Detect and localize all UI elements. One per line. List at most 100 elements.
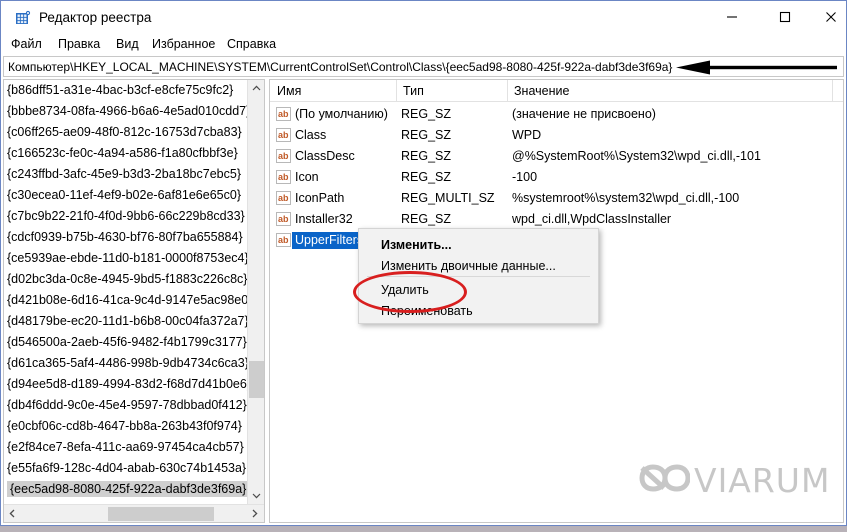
watermark-text: VIARUM bbox=[694, 461, 830, 500]
value-data: -100 bbox=[512, 169, 537, 186]
tree-item[interactable]: {c30ecea0-11ef-4ef9-b02e-6af81e6e65c0} bbox=[4, 185, 247, 206]
tree-item-label: {d546500a-2aeb-45f6-9482-f4b1799c3177} bbox=[7, 335, 247, 349]
tree-hscrollbar-thumb[interactable] bbox=[108, 507, 214, 521]
tree-item-label: {d48179be-ec20-11d1-b6b8-00c04fa372a7} bbox=[7, 314, 247, 328]
column-header-type[interactable]: Тип bbox=[403, 83, 424, 99]
chevron-left-icon bbox=[8, 509, 17, 518]
tree-item-label: {eec5ad98-8080-425f-922a-dabf3de3f69a} bbox=[7, 481, 247, 497]
tree-item-label: {bbbe8734-08fa-4966-b6a6-4e5ad010cdd7} bbox=[7, 104, 247, 118]
context-menu[interactable]: Изменить... Изменить двоичные данные... … bbox=[358, 228, 599, 324]
tree-item[interactable]: {d48179be-ec20-11d1-b6b8-00c04fa372a7} bbox=[4, 311, 247, 332]
menu-view[interactable]: Вид bbox=[114, 36, 141, 53]
value-name: ClassDesc bbox=[295, 148, 355, 165]
watermark: VIARUM bbox=[638, 461, 830, 500]
menu-favorites[interactable]: Избранное bbox=[150, 36, 217, 53]
context-menu-item-modify-binary[interactable]: Изменить двоичные данные... bbox=[359, 255, 598, 278]
value-type: REG_SZ bbox=[401, 148, 451, 165]
value-data: @%SystemRoot%\System32\wpd_ci.dll,-101 bbox=[512, 148, 761, 165]
string-value-ab-icon: ab bbox=[276, 107, 291, 121]
tree-item-label: {c166523c-fe0c-4a94-a586-f1a80cfbbf3e} bbox=[7, 146, 238, 160]
tree-item[interactable]: {e2f84ce7-8efa-411c-aa69-97454ca4cb57} bbox=[4, 437, 247, 458]
tree-vertical-scrollbar[interactable] bbox=[247, 80, 264, 504]
tree-item-label: {e0cbf06c-cd8b-4647-bb8a-263b43f0f974} bbox=[7, 419, 242, 433]
tree-item[interactable]: {c243ffbd-3afc-45e9-b3d3-2ba18bc7ebc5} bbox=[4, 164, 247, 185]
close-button[interactable] bbox=[815, 1, 846, 33]
value-name: Icon bbox=[295, 169, 319, 186]
tree-item[interactable]: {d421b08e-6d16-41ca-9c4d-9147e5ac98e0} bbox=[4, 290, 247, 311]
tree-item[interactable]: {ce5939ae-ebde-11d0-b181-0000f8753ec4} bbox=[4, 248, 247, 269]
tree-item-label: {c243ffbd-3afc-45e9-b3d3-2ba18bc7ebc5} bbox=[7, 167, 241, 181]
column-divider-1[interactable] bbox=[396, 80, 397, 102]
title-bar: Редактор реестра bbox=[1, 1, 846, 34]
tree-item[interactable]: {d02bc3da-0c8e-4945-9bd5-f1883c226c8c} bbox=[4, 269, 247, 290]
table-row[interactable]: abClassREG_SZWPD bbox=[270, 125, 843, 146]
registry-tree[interactable]: {b86dff51-a31e-4bac-b3cf-e8cfe75c9fc2} {b… bbox=[4, 80, 247, 504]
menu-edit[interactable]: Правка bbox=[56, 36, 102, 53]
tree-item[interactable]: {c166523c-fe0c-4a94-a586-f1a80cfbbf3e} bbox=[4, 143, 247, 164]
value-type: REG_SZ bbox=[401, 169, 451, 186]
column-divider-2[interactable] bbox=[507, 80, 508, 102]
tree-scroll-left-button[interactable] bbox=[4, 505, 21, 522]
table-row[interactable]: abInstaller32REG_SZwpd_ci.dll,WpdClassIn… bbox=[270, 209, 843, 230]
column-header-name[interactable]: Имя bbox=[277, 83, 301, 99]
tree-item[interactable]: {e55fa6f9-128c-4d04-abab-630c74b1453a} bbox=[4, 458, 247, 479]
table-row[interactable]: ab ClassDesc REG_SZ @%SystemRoot%\System32\… bbox=[270, 146, 843, 167]
close-icon bbox=[825, 11, 837, 23]
svg-text:ab: ab bbox=[278, 172, 289, 182]
tree-scrollbar-thumb[interactable] bbox=[249, 361, 264, 398]
tree-item[interactable]: {db4f6ddd-9c0e-45e4-9597-78dbbad0f412} bbox=[4, 395, 247, 416]
value-data: (значение не присвоено) bbox=[512, 106, 656, 123]
maximize-button[interactable] bbox=[762, 1, 807, 33]
value-type: REG_SZ bbox=[401, 127, 451, 144]
table-row[interactable]: ab Icon REG_SZ -100 bbox=[270, 167, 843, 188]
menu-file[interactable]: Файл bbox=[9, 36, 44, 53]
string-value-ab-icon: ab bbox=[276, 149, 291, 163]
tree-item-label: {c30ecea0-11ef-4ef9-b02e-6af81e6e65c0} bbox=[7, 188, 241, 202]
chevron-up-icon bbox=[252, 84, 261, 93]
tree-scroll-down-button[interactable] bbox=[248, 487, 265, 504]
tree-item-label: {d02bc3da-0c8e-4945-9bd5-f1883c226c8c} bbox=[7, 272, 247, 286]
tree-item-label: {db4f6ddd-9c0e-45e4-9597-78dbbad0f412} bbox=[7, 398, 247, 412]
column-divider-3[interactable] bbox=[832, 80, 833, 102]
svg-text:ab: ab bbox=[278, 193, 289, 203]
value-name: IconPath bbox=[295, 190, 344, 207]
infinity-logo-icon bbox=[638, 462, 690, 499]
table-row[interactable]: ab(По умолчанию)REG_SZ(значение не присв… bbox=[270, 104, 843, 125]
address-bar[interactable]: Компьютер\HKEY_LOCAL_MACHINE\SYSTEM\Curr… bbox=[3, 56, 844, 77]
tree-item[interactable]: {bbbe8734-08fa-4966-b6a6-4e5ad010cdd7} bbox=[4, 101, 247, 122]
tree-item[interactable]: {c06ff265-ae09-48f0-812c-16753d7cba83} bbox=[4, 122, 247, 143]
tree-item[interactable]: {b86dff51-a31e-4bac-b3cf-e8cfe75c9fc2} bbox=[4, 80, 247, 101]
column-header-value[interactable]: Значение bbox=[514, 83, 569, 99]
tree-item[interactable]: {d61ca365-5af4-4486-998b-9db4734c6ca3} bbox=[4, 353, 247, 374]
minimize-icon bbox=[726, 11, 738, 23]
tree-item-label: {d421b08e-6d16-41ca-9c4d-9147e5ac98e0} bbox=[7, 293, 247, 307]
value-name: Class bbox=[295, 127, 326, 144]
context-menu-item-delete[interactable]: Удалить bbox=[359, 279, 598, 302]
tree-horizontal-scrollbar[interactable] bbox=[4, 504, 264, 522]
tree-scroll-right-button[interactable] bbox=[246, 505, 263, 522]
value-type: REG_SZ bbox=[401, 106, 451, 123]
value-name: UpperFilters bbox=[292, 232, 366, 249]
value-type: REG_SZ bbox=[401, 211, 451, 228]
minimize-button[interactable] bbox=[709, 1, 754, 33]
tree-item[interactable]: {c7bc9b22-21f0-4f0d-9bb6-66c229b8cd33} bbox=[4, 206, 247, 227]
context-menu-item-rename[interactable]: Переименовать bbox=[359, 300, 598, 323]
tree-item[interactable]: {e0cbf06c-cd8b-4647-bb8a-263b43f0f974} bbox=[4, 416, 247, 437]
svg-text:ab: ab bbox=[278, 130, 289, 140]
registry-editor-icon bbox=[15, 10, 31, 26]
window-title: Редактор реестра bbox=[39, 9, 151, 26]
menu-help[interactable]: Справка bbox=[225, 36, 278, 53]
tree-item[interactable]: {eec5ad98-8080-425f-922a-dabf3de3f69a} bbox=[4, 479, 247, 500]
tree-scroll-up-button[interactable] bbox=[248, 80, 265, 97]
chevron-down-icon bbox=[252, 491, 261, 500]
string-value-ab-icon: ab bbox=[276, 170, 291, 184]
address-path-text: Компьютер\HKEY_LOCAL_MACHINE\SYSTEM\Curr… bbox=[8, 59, 672, 75]
value-type: REG_MULTI_SZ bbox=[401, 190, 495, 207]
table-row[interactable]: abIconPathREG_MULTI_SZ%systemroot%\syste… bbox=[270, 188, 843, 209]
svg-text:ab: ab bbox=[278, 235, 289, 245]
tree-item[interactable]: {d94ee5d8-d189-4994-83d2-f68d7d41b0e6} bbox=[4, 374, 247, 395]
context-menu-item-modify[interactable]: Изменить... bbox=[359, 234, 598, 257]
svg-text:ab: ab bbox=[278, 214, 289, 224]
tree-item[interactable]: {d546500a-2aeb-45f6-9482-f4b1799c3177} bbox=[4, 332, 247, 353]
tree-item[interactable]: {cdcf0939-b75b-4630-bf76-80f7ba655884} bbox=[4, 227, 247, 248]
